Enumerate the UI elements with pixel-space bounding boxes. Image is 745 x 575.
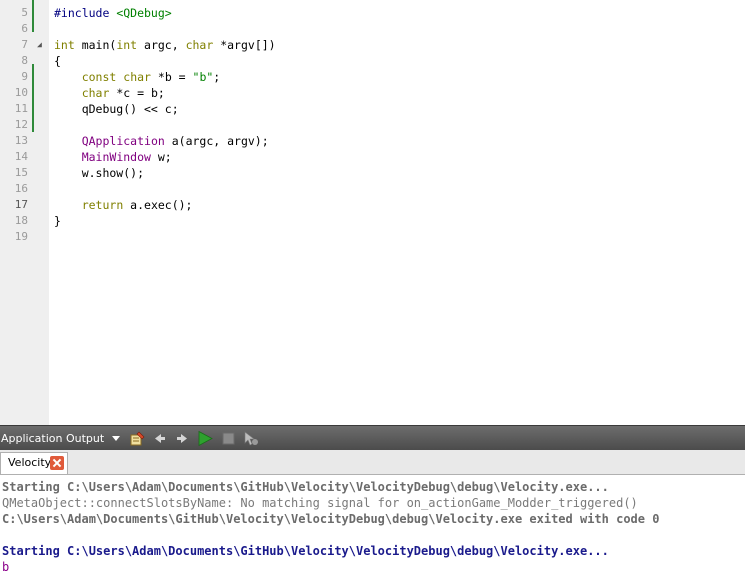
code-token: *c = b; [109, 86, 165, 100]
fold-triangle-icon[interactable]: ◢ [37, 37, 42, 53]
code-token: *argv[]) [213, 38, 276, 52]
code-line: char *c = b; [54, 85, 165, 101]
rerun-icon[interactable] [196, 430, 214, 447]
code-line: int main(int argc, char *argv[]) [54, 37, 276, 53]
code-line: qDebug() << c; [54, 101, 179, 117]
line-number: 7 [21, 38, 28, 51]
output-tab-bar: Velocity [0, 450, 745, 475]
code-token: char [81, 86, 110, 100]
line-number: 13 [14, 134, 28, 147]
line-number: 19 [14, 230, 28, 243]
code-line: } [54, 213, 61, 229]
chevron-down-icon [112, 436, 120, 441]
output-pane-selector-label: Application Output [1, 432, 105, 445]
code-token: argc, [137, 38, 186, 52]
line-number: 10 [14, 86, 28, 99]
code-token: <QDebug> [116, 6, 172, 20]
code-token: ; [213, 70, 221, 84]
code-token: a(argc, argv); [164, 134, 269, 148]
code-token: char [185, 38, 214, 52]
line-number: 16 [14, 182, 28, 195]
code-token: } [54, 214, 61, 228]
line-number: 18 [14, 214, 28, 227]
output-line: Starting C:\Users\Adam\Documents\GitHub\… [2, 480, 609, 494]
code-line: MainWindow w; [54, 149, 172, 165]
code-token: w; [150, 150, 172, 164]
line-number: 15 [14, 166, 28, 179]
output-line: Starting C:\Users\Adam\Documents\GitHub\… [2, 544, 609, 558]
code-line: w.show(); [54, 165, 144, 181]
line-number: 14 [14, 150, 28, 163]
line-number: 17 [14, 198, 28, 211]
code-token: *b = [150, 70, 193, 84]
modified-lines-marker [32, 0, 34, 32]
code-line: const char *b = "b"; [54, 69, 221, 85]
code-token: int [116, 38, 138, 52]
next-item-icon[interactable] [173, 430, 191, 447]
code-line: { [54, 53, 61, 69]
output-pane-toolbar: Application Output [0, 425, 745, 451]
line-number-gutter: ◢ 5 6 7 8 9 10 11 12 13 14 15 16 17 18 19 [0, 0, 49, 425]
code-token: const [81, 70, 117, 84]
code-token: w.show(); [54, 166, 145, 180]
output-pane-selector[interactable]: Application Output [0, 426, 122, 451]
code-token: char [123, 70, 151, 84]
line-number: 5 [21, 6, 28, 19]
code-line: return a.exec(); [54, 197, 193, 213]
code-token: return [81, 198, 124, 212]
line-number: 9 [21, 70, 28, 83]
line-number: 8 [21, 54, 28, 67]
code-token: int [54, 38, 75, 52]
code-token: MainWindow [81, 150, 151, 164]
code-line: #include <QDebug> [54, 5, 172, 21]
code-token: main( [74, 38, 117, 52]
code-token: QApplication [81, 134, 165, 148]
code-token: "b" [192, 70, 214, 84]
clear-output-icon[interactable] [128, 430, 146, 447]
code-token: a.exec(); [123, 198, 193, 212]
previous-item-icon[interactable] [151, 430, 169, 447]
output-line: QMetaObject::connectSlotsByName: No matc… [2, 496, 638, 510]
code-token: qDebug() << c; [54, 102, 179, 116]
code-token: { [54, 54, 61, 68]
tab-label: Velocity [8, 456, 52, 469]
modified-lines-marker [32, 64, 34, 132]
code-editor[interactable]: ◢ 5 6 7 8 9 10 11 12 13 14 15 16 17 18 19 #include <QD… [0, 0, 745, 425]
close-icon[interactable] [50, 456, 64, 470]
output-line: C:\Users\Adam\Documents\GitHub\Velocity\… [2, 512, 660, 526]
stop-icon[interactable] [220, 430, 238, 447]
code-line: QApplication a(argc, argv); [54, 133, 269, 149]
line-number: 11 [14, 102, 28, 115]
application-output-text[interactable]: Starting C:\Users\Adam\Documents\GitHub\… [0, 475, 745, 575]
tab-velocity[interactable]: Velocity [0, 452, 68, 474]
line-number: 12 [14, 118, 28, 131]
attach-debugger-icon[interactable] [242, 430, 260, 447]
code-token: #include [54, 6, 117, 20]
output-line: b [2, 560, 10, 574]
line-number: 6 [21, 22, 28, 35]
